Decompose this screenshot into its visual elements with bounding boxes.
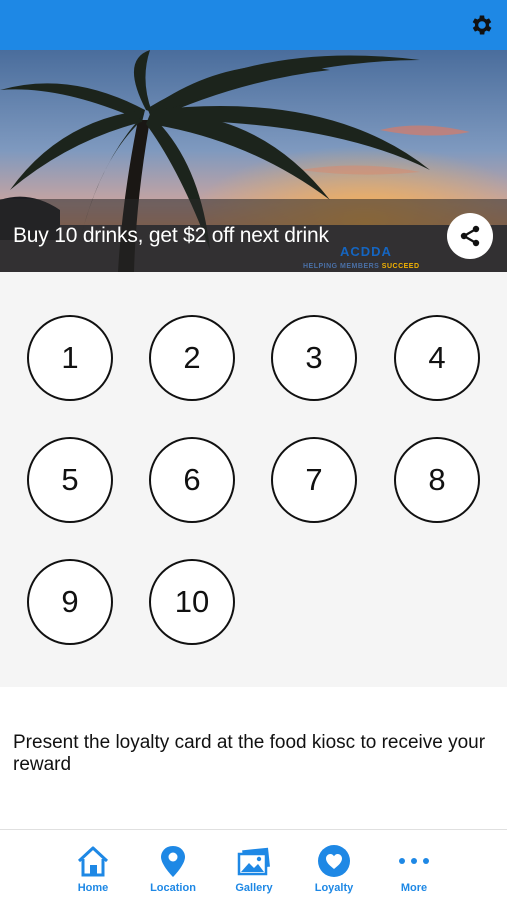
tab-gallery[interactable]: Gallery — [214, 830, 294, 900]
gear-icon[interactable] — [469, 12, 495, 38]
stamp-7[interactable]: 7 — [271, 437, 357, 523]
tab-location-label: Location — [150, 882, 196, 894]
tab-gallery-label: Gallery — [235, 882, 273, 894]
tab-loyalty-label: Loyalty — [314, 882, 354, 894]
tab-home[interactable]: Home — [53, 830, 133, 900]
location-pin-icon — [161, 846, 185, 877]
share-button[interactable] — [447, 213, 493, 259]
more-dots-icon — [399, 858, 429, 864]
watermark-tagline-part1: HELPING MEMBERS — [303, 263, 382, 270]
stamp-1[interactable]: 1 — [27, 315, 113, 401]
stamp-5[interactable]: 5 — [27, 437, 113, 523]
stamp-10[interactable]: 10 — [149, 559, 235, 645]
stamp-4[interactable]: 4 — [394, 315, 480, 401]
stamp-card: 1 2 3 4 5 6 7 8 9 10 — [0, 272, 507, 687]
tab-home-label: Home — [77, 882, 109, 894]
stamp-3[interactable]: 3 — [271, 315, 357, 401]
share-icon — [460, 225, 480, 247]
heart-icon — [318, 845, 350, 877]
reward-title: Buy 10 drinks, get $2 off next drink — [13, 224, 329, 247]
tab-more[interactable]: More — [374, 830, 454, 900]
tab-location[interactable]: Location — [133, 830, 213, 900]
bottom-tab-bar: Home Location Gallery Loyalty More — [0, 829, 507, 900]
stamp-6[interactable]: 6 — [149, 437, 235, 523]
top-app-bar — [0, 0, 507, 50]
watermark-tagline-part2: SUCCEED — [381, 263, 420, 270]
reward-instructions: Present the loyalty card at the food kio… — [13, 732, 486, 775]
tab-more-label: More — [400, 882, 428, 894]
stamp-8[interactable]: 8 — [394, 437, 480, 523]
tab-loyalty[interactable]: Loyalty — [294, 830, 374, 900]
gallery-icon — [237, 847, 270, 876]
watermark-tagline: HELPING MEMBERS SUCCEED — [303, 263, 420, 270]
stamp-2[interactable]: 2 — [149, 315, 235, 401]
home-icon — [77, 846, 109, 877]
stamp-9[interactable]: 9 — [27, 559, 113, 645]
watermark-logo: ACDDA — [340, 244, 392, 259]
